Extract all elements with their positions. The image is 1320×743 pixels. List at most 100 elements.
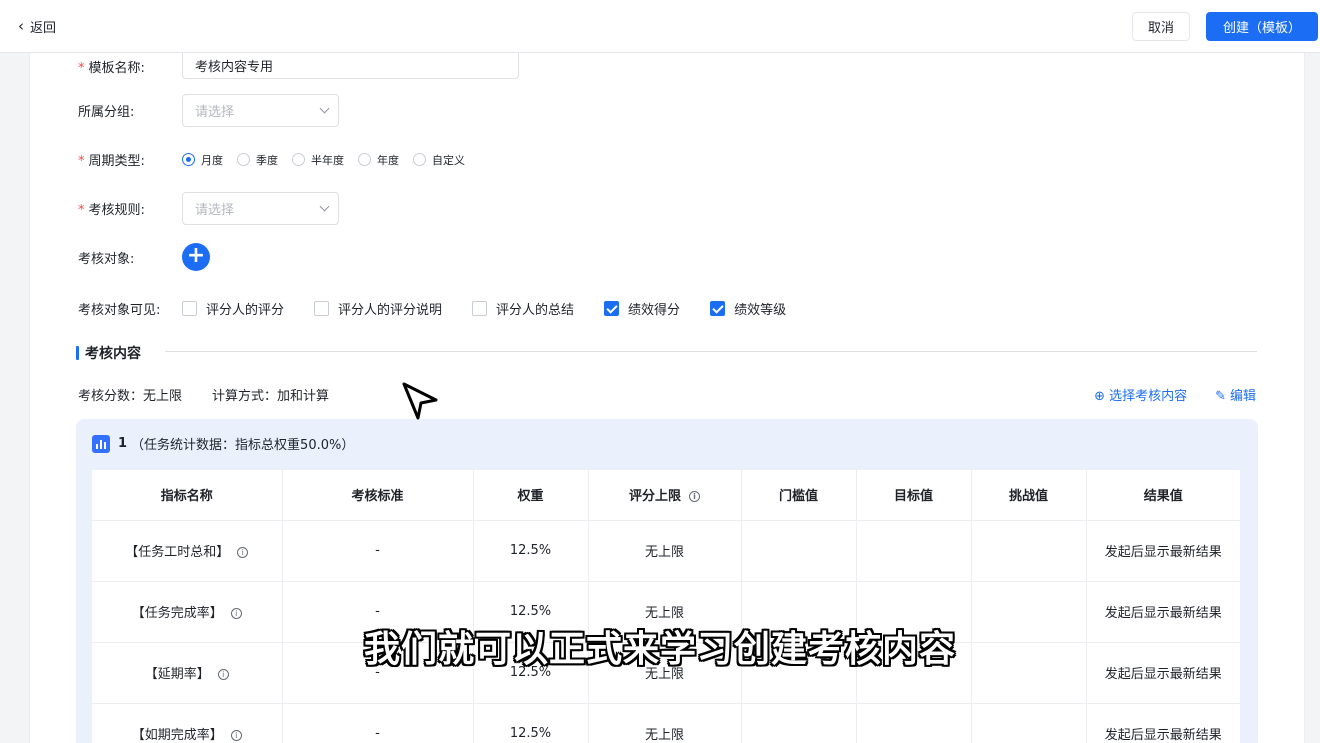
- column-header-label: 评分上限: [628, 489, 681, 505]
- visible-option[interactable]: 评分人的总结: [472, 299, 574, 318]
- cell-target: [856, 520, 972, 582]
- cell-standard-text: -: [375, 726, 380, 741]
- cell-limit: 无上限: [588, 520, 742, 582]
- radio-dot[interactable]: [182, 153, 195, 166]
- visible-row: 考核对象可见: 评分人的评分 评分人的评分说明 评分人的总结 绩效得分 绩效等级: [78, 299, 816, 318]
- cell-name: 【如期完成率】 i: [92, 703, 283, 743]
- cell-weight-text: 12.5%: [509, 604, 552, 619]
- visible-option-label: 绩效等级: [734, 303, 787, 318]
- cycle-option[interactable]: 自定义: [413, 152, 465, 168]
- section-title-text: 考核内容: [85, 346, 141, 362]
- column-header-label: 门槛值: [778, 489, 818, 505]
- group-label: 所属分组:: [78, 105, 135, 120]
- radio-dot[interactable]: [237, 153, 250, 166]
- checkbox[interactable]: [472, 301, 488, 316]
- edit-link[interactable]: ✎ 编辑: [1215, 385, 1256, 404]
- target-label: 考核对象:: [78, 251, 135, 267]
- plus-icon: +: [186, 243, 206, 268]
- checkbox[interactable]: [182, 301, 197, 316]
- add-target-button[interactable]: +: [182, 243, 210, 271]
- visible-option-label: 评分人的总结: [496, 303, 575, 318]
- visible-option[interactable]: 评分人的评分说明: [314, 299, 442, 318]
- section-divider: [165, 351, 1257, 352]
- visible-option[interactable]: 评分人的评分: [182, 299, 284, 318]
- column-header-label: 权重: [517, 489, 544, 505]
- info-icon[interactable]: i: [689, 491, 700, 503]
- rule-label: 考核规则:: [88, 203, 145, 218]
- cell-weight-text: 12.5%: [509, 726, 552, 741]
- column-header: 结果值: [1086, 470, 1240, 521]
- cell-limit: 无上限: [588, 703, 742, 743]
- column-header-label: 挑战值: [1008, 489, 1048, 505]
- cell-result-text: 发起后显示最新结果: [1104, 728, 1222, 743]
- score-text: 考核分数：无上限: [78, 389, 183, 404]
- cycle-option-label: 季度: [256, 153, 278, 167]
- radio-dot[interactable]: [292, 153, 305, 166]
- column-header: 考核标准: [282, 470, 474, 521]
- checkbox[interactable]: [710, 301, 726, 316]
- cell-result-text: 发起后显示最新结果: [1104, 606, 1222, 621]
- rule-select[interactable]: 请选择: [182, 192, 339, 225]
- group-index: 1: [118, 436, 128, 451]
- checkbox[interactable]: [314, 301, 330, 316]
- template-name-label: 模板名称:: [88, 60, 145, 76]
- column-header: 评分上限 i: [588, 470, 742, 521]
- visible-option[interactable]: 绩效等级: [710, 299, 786, 318]
- table-row: 【如期完成率】 i - 12.5% 无上限 发起后显示最新结果: [92, 703, 1240, 743]
- visible-option-label: 评分人的评分说明: [338, 303, 443, 318]
- cycle-option[interactable]: 月度: [182, 152, 223, 168]
- cycle-option-label: 年度: [377, 153, 399, 167]
- radio-dot[interactable]: [358, 153, 371, 166]
- cell-name-text: 【如期完成率】: [131, 728, 223, 743]
- top-bar: ‹ 返回 取消 创建（模板）: [0, 0, 1320, 53]
- indicator-group: 1 （任务统计数据：指标总权重50.0%） 指标名称 考核标准 权重 评分上限 i 门槛值…: [76, 419, 1258, 743]
- column-header: 权重: [473, 470, 589, 521]
- column-header: 目标值: [856, 470, 972, 521]
- bar-chart-icon: [92, 434, 110, 453]
- cell-weight: 12.5%: [473, 520, 589, 582]
- select-content-label: 选择考核内容: [1109, 389, 1188, 404]
- pencil-icon: ✎: [1215, 389, 1226, 404]
- rule-select-placeholder: 请选择: [195, 203, 235, 218]
- cycle-option[interactable]: 半年度: [292, 152, 344, 168]
- section-title: 考核内容: [76, 343, 141, 363]
- template-name-row: * 模板名称: 考核内容专用: [78, 53, 519, 79]
- required-mark: *: [78, 60, 85, 76]
- group-header: 1 （任务统计数据：指标总权重50.0%）: [92, 434, 354, 453]
- cell-name-text: 【任务工时总和】: [125, 545, 230, 560]
- column-header-label: 结果值: [1143, 489, 1183, 505]
- select-content-link[interactable]: ⊕ 选择考核内容: [1094, 385, 1187, 404]
- cell-threshold: [741, 703, 857, 743]
- cell-standard-text: -: [375, 604, 380, 619]
- cycle-option[interactable]: 季度: [237, 152, 278, 168]
- table-row: 【任务工时总和】 i - 12.5% 无上限 发起后显示最新结果: [92, 520, 1240, 582]
- info-icon[interactable]: i: [237, 547, 249, 558]
- visible-option-label: 评分人的评分: [206, 303, 285, 318]
- group-select[interactable]: 请选择: [182, 94, 339, 127]
- cell-result-text: 发起后显示最新结果: [1104, 545, 1222, 560]
- column-header: 挑战值: [971, 470, 1087, 521]
- template-name-input[interactable]: 考核内容专用: [182, 53, 519, 79]
- cell-challenge: [971, 520, 1087, 582]
- required-mark: *: [78, 154, 85, 169]
- info-icon[interactable]: i: [230, 608, 242, 619]
- cell-threshold: [741, 520, 857, 582]
- radio-dot[interactable]: [413, 153, 426, 166]
- cancel-button[interactable]: 取消: [1132, 12, 1190, 41]
- create-template-button[interactable]: 创建（模板）: [1206, 12, 1318, 41]
- cell-target: [856, 703, 972, 743]
- edit-label: 编辑: [1229, 389, 1256, 404]
- visible-option[interactable]: 绩效得分: [604, 299, 680, 318]
- visible-label: 考核对象可见:: [78, 303, 161, 318]
- group-select-placeholder: 请选择: [195, 105, 235, 120]
- cell-challenge: [971, 703, 1087, 743]
- cycle-option[interactable]: 年度: [358, 152, 399, 168]
- cell-name-text: 【任务完成率】: [131, 606, 223, 621]
- content-actions: ⊕ 选择考核内容 ✎ 编辑: [1094, 385, 1256, 404]
- plus-circle-icon: ⊕: [1094, 389, 1106, 404]
- visible-option-label: 绩效得分: [628, 303, 681, 318]
- section-accent-bar: [76, 346, 79, 360]
- checkbox[interactable]: [604, 301, 620, 316]
- info-icon[interactable]: i: [230, 730, 242, 741]
- back-button[interactable]: ‹ 返回: [18, 17, 56, 37]
